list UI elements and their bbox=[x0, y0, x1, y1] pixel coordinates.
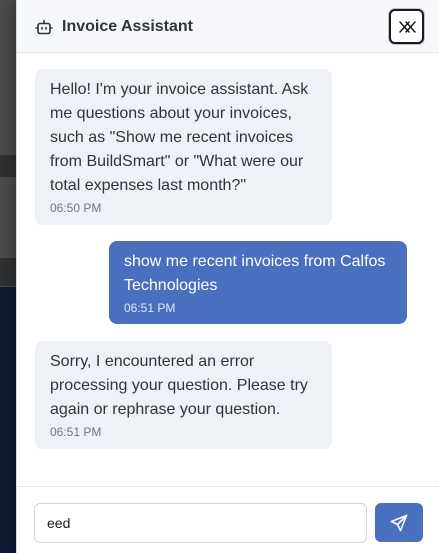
assistant-message: Hello! I'm your invoice assistant. Ask m… bbox=[35, 69, 332, 225]
user-message: show me recent invoices from Calfos Tech… bbox=[109, 241, 407, 324]
send-button[interactable] bbox=[375, 503, 423, 542]
send-icon bbox=[390, 514, 408, 532]
message-input[interactable] bbox=[34, 503, 367, 543]
chat-header: Invoice Assistant bbox=[17, 0, 439, 53]
message-list[interactable]: Hello! I'm your invoice assistant. Ask m… bbox=[17, 53, 439, 486]
message-composer bbox=[17, 486, 439, 553]
message-timestamp: 06:51 PM bbox=[124, 301, 176, 315]
assistant-message: Sorry, I encountered an error processing… bbox=[35, 341, 332, 449]
message-timestamp: 06:50 PM bbox=[50, 201, 102, 215]
chat-panel: Invoice Assistant Hello! I'm your invoic… bbox=[16, 0, 439, 553]
robot-icon bbox=[35, 19, 53, 37]
message-text: Hello! I'm your invoice assistant. Ask m… bbox=[50, 81, 309, 194]
close-icon bbox=[399, 21, 416, 33]
chat-title: Invoice Assistant bbox=[62, 18, 194, 35]
close-button[interactable] bbox=[389, 9, 424, 44]
message-timestamp: 06:51 PM bbox=[50, 425, 102, 439]
message-text: show me recent invoices from Calfos Tech… bbox=[124, 253, 386, 294]
message-text: Sorry, I encountered an error processing… bbox=[50, 353, 308, 418]
